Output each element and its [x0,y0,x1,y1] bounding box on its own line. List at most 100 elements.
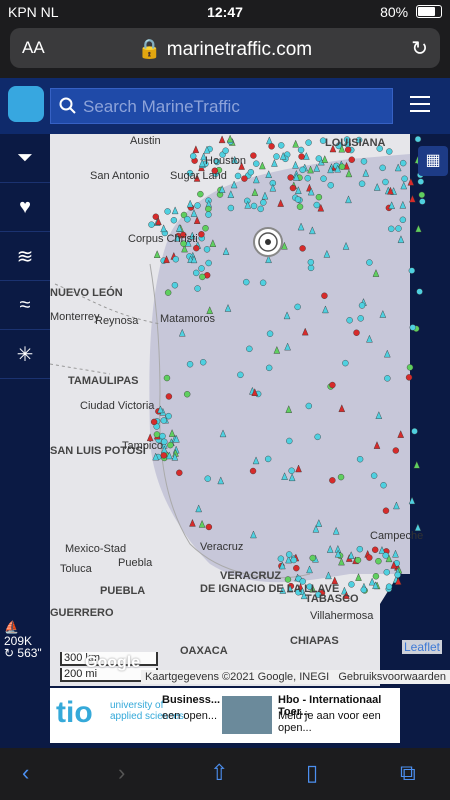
filter-icon[interactable]: ⏷ [0,134,50,183]
terms-link[interactable]: Gebruiksvoorwaarden [338,671,446,683]
vessel-marker[interactable] [408,267,416,274]
vessel-marker[interactable] [399,159,407,167]
vessel-marker[interactable] [170,217,178,224]
vessel-marker[interactable] [266,330,274,337]
vessel-marker[interactable] [307,264,315,272]
vessel-marker[interactable] [337,473,345,481]
vessel-marker[interactable] [320,175,327,182]
url-domain[interactable]: 🔒 marinetraffic.com [10,37,440,61]
vessel-marker[interactable] [315,193,323,201]
vessel-marker[interactable] [176,469,183,477]
vessel-marker[interactable] [184,391,191,398]
vessel-marker[interactable] [247,168,255,176]
vessel-marker[interactable] [273,153,280,160]
vessel-marker[interactable] [329,381,336,389]
vessel-marker[interactable] [184,216,191,223]
layers-icon[interactable]: ≋ [0,232,50,281]
vessel-marker[interactable] [392,447,400,454]
vessel-marker[interactable] [354,556,362,564]
vessel-marker[interactable] [384,375,391,382]
menu-icon[interactable] [410,96,430,112]
ad-item1-title[interactable]: Business... [162,694,220,706]
vessel-marker[interactable] [419,198,426,205]
vessel-marker[interactable] [202,225,209,232]
url-bar[interactable]: AA 🔒 marinetraffic.com ↻ [10,28,440,68]
search-input[interactable]: Search MarineTraffic [50,88,393,124]
vessel-marker[interactable] [394,571,401,579]
vessel-marker[interactable] [164,289,172,296]
refresh-counter[interactable]: ↻ 563" [4,646,42,660]
vessel-marker[interactable] [172,256,179,263]
vessel-marker[interactable] [388,225,395,233]
vessel-marker[interactable] [163,374,171,382]
vessel-marker[interactable] [284,576,292,583]
network-icon[interactable]: ✳ [0,330,50,379]
vessel-marker[interactable] [243,278,250,286]
vessel-marker[interactable] [250,152,257,159]
vessel-marker[interactable] [293,564,300,572]
vessel-marker[interactable] [382,178,389,186]
vessel-marker[interactable] [286,437,293,445]
vessel-marker[interactable] [159,432,166,440]
vessel-marker[interactable] [329,477,336,484]
vessel-marker[interactable] [285,551,293,558]
vessel-marker[interactable] [186,361,194,368]
heart-icon[interactable]: ♥ [0,183,50,232]
vessel-marker[interactable] [234,172,242,180]
vessel-marker[interactable] [203,246,211,253]
marinetraffic-logo[interactable] [8,86,44,122]
vessel-marker[interactable] [197,190,204,198]
wind-icon[interactable]: ≈ [0,281,50,330]
vessel-marker[interactable] [205,211,212,218]
vessel-marker[interactable] [193,244,200,252]
vessel-marker[interactable] [366,554,373,561]
vessel-marker[interactable] [414,135,422,143]
vessel-marker[interactable] [307,259,315,266]
selected-vessel-target-icon[interactable] [250,224,286,260]
vessel-marker[interactable] [299,166,306,174]
vessel-marker[interactable] [309,554,316,562]
vessel-marker[interactable] [346,317,353,324]
map-type-icon[interactable]: ▦ [418,146,448,176]
advertisement-banner[interactable]: tio university of applied sciences Busin… [50,688,400,743]
vessel-marker[interactable] [399,216,407,223]
vessel-marker[interactable] [411,428,418,435]
vessel-marker[interactable] [160,417,167,424]
vessel-marker[interactable] [204,475,211,482]
vessel-marker[interactable] [358,180,366,187]
vessel-marker[interactable] [360,586,367,594]
vessel-marker[interactable] [199,359,207,366]
vessel-marker[interactable] [194,202,201,209]
vessel-marker[interactable] [150,418,158,426]
vessel-marker[interactable] [265,364,273,372]
vessel-marker[interactable] [305,402,313,410]
ad-item1-sub[interactable]: een open... [162,710,217,722]
vessel-marker[interactable] [418,191,426,199]
vessel-marker[interactable] [287,174,294,181]
vessel-marker[interactable] [165,393,173,400]
vessel-marker[interactable] [383,569,390,576]
vessel-marker[interactable] [190,152,197,160]
vessel-marker[interactable] [296,203,304,210]
vessel-marker[interactable] [205,205,212,213]
vessel-marker[interactable] [314,433,321,441]
leaflet-link[interactable]: Leaflet [401,640,442,654]
vessel-marker[interactable] [264,455,272,463]
vessel-marker[interactable] [277,555,285,562]
vessel-marker[interactable] [380,482,387,489]
vessel-marker[interactable] [372,573,380,580]
vessel-marker[interactable] [205,523,213,531]
vessel-marker[interactable] [386,148,393,155]
vessel-marker[interactable] [249,467,257,475]
vessel-marker[interactable] [353,329,360,336]
vessel-marker[interactable] [294,196,302,203]
vessel-marker[interactable] [167,441,174,449]
vessel-marker[interactable] [246,345,253,353]
forward-icon[interactable]: › [118,760,125,786]
vessel-marker[interactable] [313,201,320,209]
vessel-marker[interactable] [371,546,379,553]
vessel-marker[interactable] [348,581,355,588]
vessel-marker[interactable] [289,184,297,192]
share-icon[interactable]: ⇧ [210,760,228,786]
vessel-marker[interactable] [385,583,393,590]
